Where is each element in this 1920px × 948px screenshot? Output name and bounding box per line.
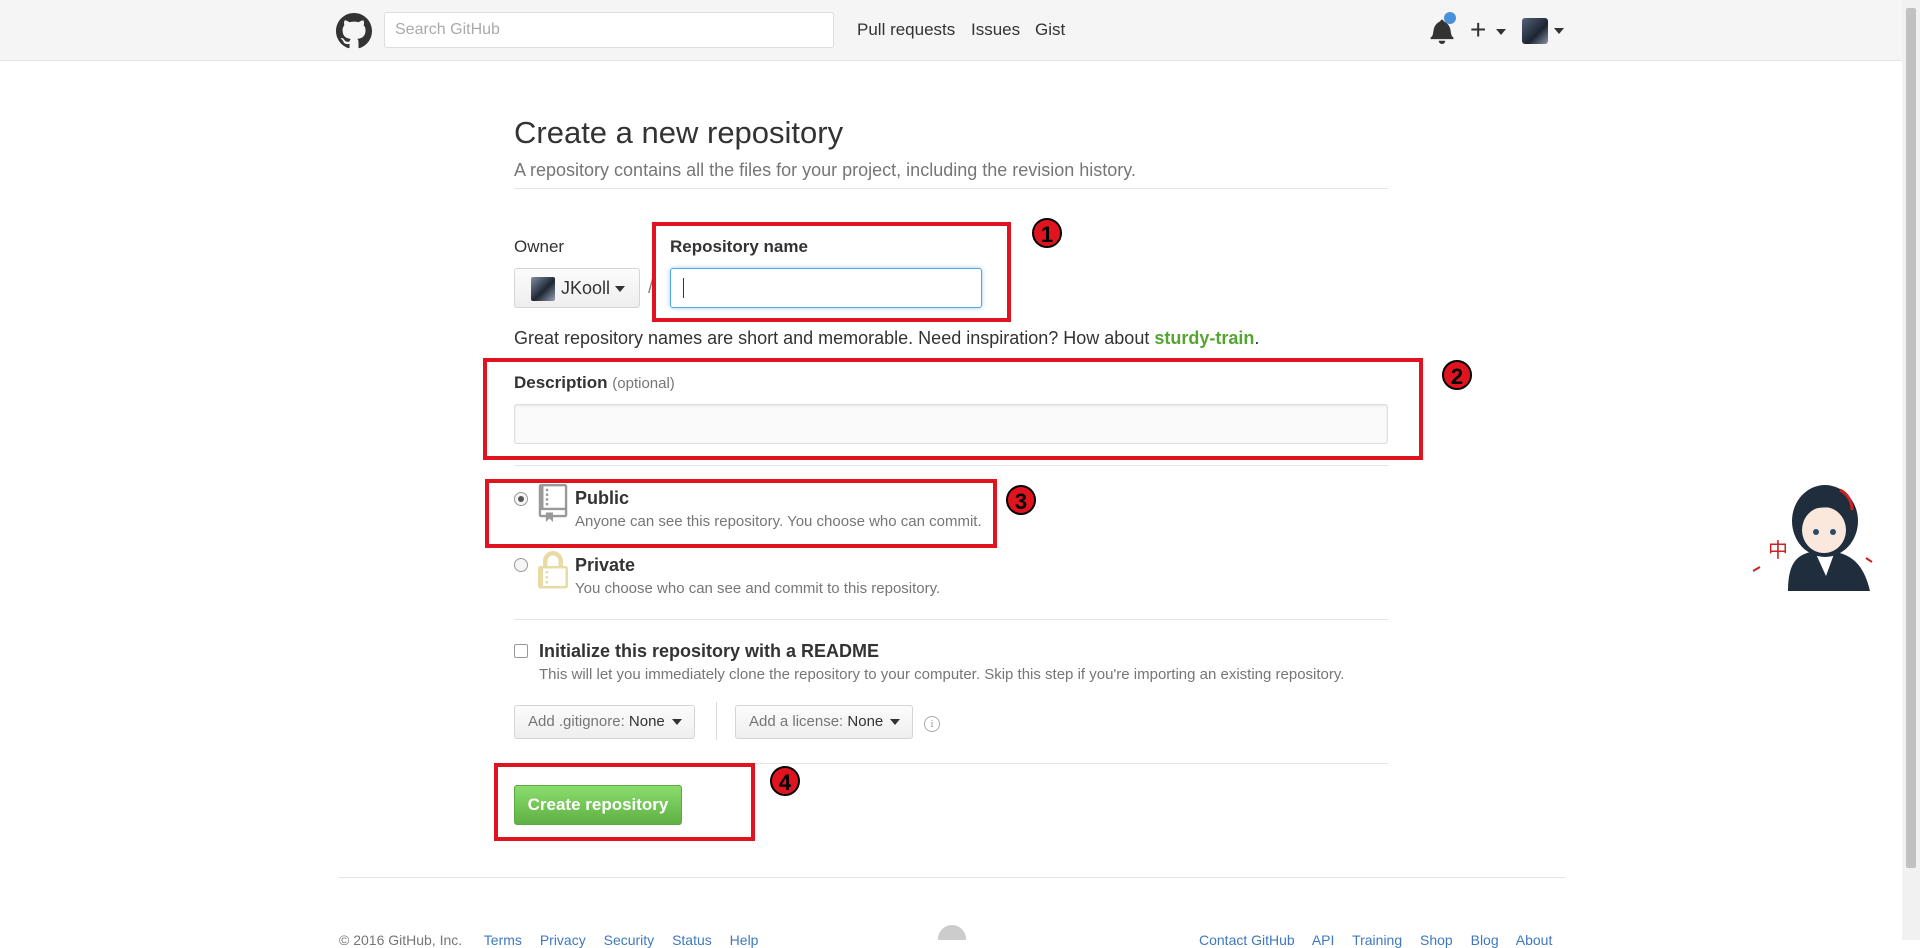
mascot-widget[interactable]: 中 xyxy=(1748,466,1878,596)
github-logo-icon[interactable] xyxy=(336,13,372,49)
private-description: You choose who can see and commit to thi… xyxy=(575,580,941,597)
footer-link-terms[interactable]: Terms xyxy=(484,932,522,948)
footer-link-about[interactable]: About xyxy=(1516,932,1553,948)
chevron-down-icon xyxy=(890,719,901,726)
annotation-marker-2: 2 xyxy=(1442,360,1472,390)
annotation-box-1 xyxy=(652,222,1011,322)
page-title: Create a new repository xyxy=(514,115,844,150)
lock-icon xyxy=(538,551,568,589)
top-header: Pull requests Issues Gist + xyxy=(0,0,1920,61)
footer-link-privacy[interactable]: Privacy xyxy=(540,932,586,948)
owner-label: Owner xyxy=(514,237,565,256)
footer-github-logo-icon[interactable] xyxy=(938,925,966,940)
hint-suffix: . xyxy=(1254,328,1260,348)
name-suggestion-link[interactable]: sturdy-train xyxy=(1154,328,1254,348)
footer-link-shop[interactable]: Shop xyxy=(1420,932,1453,948)
chevron-down-icon xyxy=(1496,28,1507,35)
owner-name: JKooll xyxy=(561,278,611,298)
user-avatar[interactable] xyxy=(1522,18,1548,44)
page-subtitle: A repository contains all the files for … xyxy=(514,160,1136,180)
footer-link-training[interactable]: Training xyxy=(1352,932,1402,948)
footer-divider xyxy=(339,877,1565,878)
divider xyxy=(514,619,1388,620)
mascot-label: 中 xyxy=(1768,538,1788,562)
hint-text: Great repository names are short and mem… xyxy=(514,328,1155,348)
footer-link-status[interactable]: Status xyxy=(672,932,712,948)
plus-icon: + xyxy=(1470,14,1487,45)
readme-label[interactable]: Initialize this repository with a README xyxy=(539,641,879,662)
license-value: None xyxy=(847,713,884,730)
mascot-illustration-icon xyxy=(1752,485,1873,591)
license-select[interactable]: Add a license: None xyxy=(735,705,914,739)
annotation-marker-1: 1 xyxy=(1032,218,1062,248)
select-separator xyxy=(716,702,717,740)
annotation-box-2 xyxy=(483,358,1423,460)
footer-link-api[interactable]: API xyxy=(1312,932,1335,948)
footer-left: © 2016 GitHub, Inc. Terms Privacy Securi… xyxy=(339,932,772,948)
chevron-down-icon xyxy=(615,286,625,292)
footer-right: Contact GitHub API Training Shop Blog Ab… xyxy=(1199,932,1552,948)
nav-issues[interactable]: Issues xyxy=(971,20,1020,40)
divider xyxy=(514,188,1388,189)
annotation-marker-4: 4 xyxy=(770,766,800,796)
private-title: Private xyxy=(575,555,636,575)
unread-indicator xyxy=(1444,12,1456,24)
readme-checkbox[interactable] xyxy=(514,644,528,658)
scrollbar-thumb[interactable] xyxy=(1906,8,1916,868)
owner-avatar xyxy=(531,277,555,301)
info-icon[interactable]: i xyxy=(924,716,940,732)
nav-gist[interactable]: Gist xyxy=(1035,20,1065,40)
footer-link-help[interactable]: Help xyxy=(730,932,759,948)
divider xyxy=(514,465,1388,466)
nav-pull-requests[interactable]: Pull requests xyxy=(857,20,955,40)
footer-link-security[interactable]: Security xyxy=(604,932,655,948)
copyright: © 2016 GitHub, Inc. xyxy=(339,932,463,948)
annotation-box-4 xyxy=(494,763,755,841)
page-scrollbar[interactable] xyxy=(1902,0,1920,940)
gitignore-value: None xyxy=(628,713,665,730)
readme-description: This will let you immediately clone the … xyxy=(539,666,1345,683)
annotation-box-3 xyxy=(485,479,997,548)
gitignore-select[interactable]: Add .gitignore: None xyxy=(514,705,695,739)
owner-select[interactable]: JKooll xyxy=(514,268,640,308)
license-label: Add a license: xyxy=(749,713,844,730)
create-new-menu[interactable]: + xyxy=(1470,12,1507,48)
footer-link-blog[interactable]: Blog xyxy=(1471,932,1499,948)
private-radio[interactable] xyxy=(514,558,528,572)
gitignore-label: Add .gitignore: xyxy=(528,713,625,730)
footer-link-contact[interactable]: Contact GitHub xyxy=(1199,932,1295,948)
search-input[interactable] xyxy=(384,12,834,48)
chevron-down-icon xyxy=(671,719,682,726)
chevron-down-icon[interactable] xyxy=(1554,28,1564,34)
annotation-marker-3: 3 xyxy=(1006,485,1036,515)
repo-name-hint: Great repository names are short and mem… xyxy=(514,328,1259,349)
